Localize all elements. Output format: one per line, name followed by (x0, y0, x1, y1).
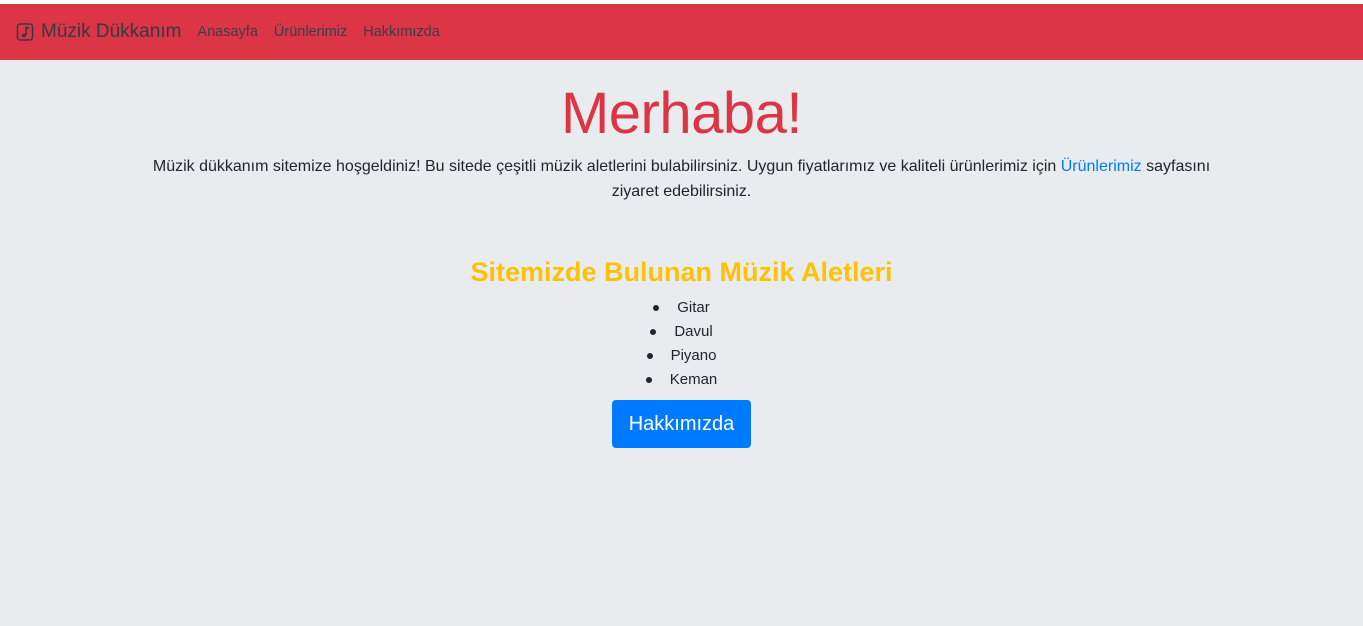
nav-link-about[interactable]: Hakkımızda (363, 24, 440, 40)
about-button[interactable]: Hakkımızda (611, 400, 752, 448)
brand-label: Müzik Dükkanım (41, 21, 182, 42)
instruments-title: Sitemizde Bulunan Müzik Aletleri (470, 257, 893, 287)
hero-text: Müzik dükkanım sitemize hoşgeldiniz! Bu … (142, 154, 1222, 204)
bullet-icon (645, 377, 652, 383)
instrument-label: Gitar (677, 299, 710, 316)
nav-link-products[interactable]: Ürünlerimiz (274, 24, 347, 40)
navbar-brand[interactable]: Müzik Dükkanım (16, 21, 181, 43)
products-link[interactable]: Ürünlerimiz (1061, 158, 1142, 175)
hero-text-before: Müzik dükkanım sitemize hoşgeldiniz! Bu … (152, 158, 1061, 175)
instruments-list: Gitar Davul Piyano Keman (0, 296, 1363, 392)
bullet-icon (650, 329, 657, 335)
music-note-icon (16, 23, 34, 41)
nav-link-home[interactable]: Anasayfa (197, 24, 257, 40)
list-item: Gitar (0, 296, 1363, 320)
instrument-label: Keman (669, 371, 718, 388)
bullet-icon (653, 305, 660, 311)
navbar: Müzik Dükkanım Anasayfa Ürünlerimiz Hakk… (0, 4, 1363, 60)
list-item: Piyano (0, 344, 1363, 368)
nav-links: Anasayfa Ürünlerimiz Hakkımızda (197, 24, 455, 40)
list-item: Keman (0, 368, 1363, 392)
instrument-label: Piyano (670, 347, 717, 364)
list-item: Davul (0, 320, 1363, 344)
instrument-label: Davul (674, 323, 713, 340)
main-content: Merhaba! Müzik dükkanım sitemize hoşgeld… (0, 60, 1363, 448)
hero-title: Merhaba! (560, 81, 803, 146)
bullet-icon (646, 353, 653, 359)
